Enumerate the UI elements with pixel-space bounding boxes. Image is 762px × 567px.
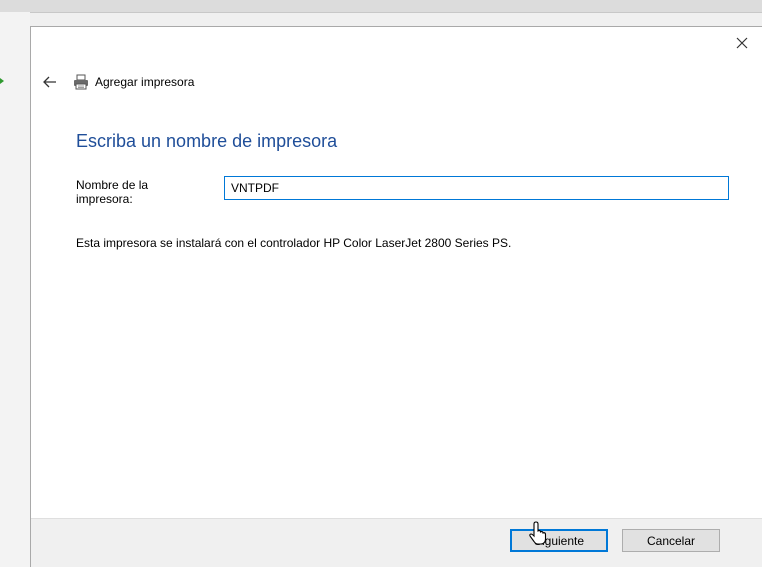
driver-info-text: Esta impresora se instalará con el contr… [76, 236, 512, 250]
dialog-footer: Siguiente Cancelar [31, 518, 762, 567]
window-title: Agregar impresora [95, 75, 195, 89]
back-button[interactable] [37, 71, 63, 93]
marker-icon [0, 78, 4, 84]
page-title: Escriba un nombre de impresora [76, 131, 338, 151]
printer-name-input[interactable] [224, 176, 729, 200]
cancel-button[interactable]: Cancelar [622, 529, 720, 552]
next-button[interactable]: Siguiente [510, 529, 608, 552]
add-printer-dialog: Agregar impresora Escriba un nombre de i… [30, 26, 762, 567]
background-window-strip [0, 0, 762, 13]
close-icon [736, 37, 748, 49]
arrow-left-icon [43, 76, 56, 88]
close-button[interactable] [722, 27, 762, 59]
dialog-header: Agregar impresora [37, 71, 194, 93]
printer-icon [73, 74, 89, 90]
background-window-edge [0, 12, 30, 567]
printer-name-label: Nombre de la impresora: [76, 178, 149, 206]
